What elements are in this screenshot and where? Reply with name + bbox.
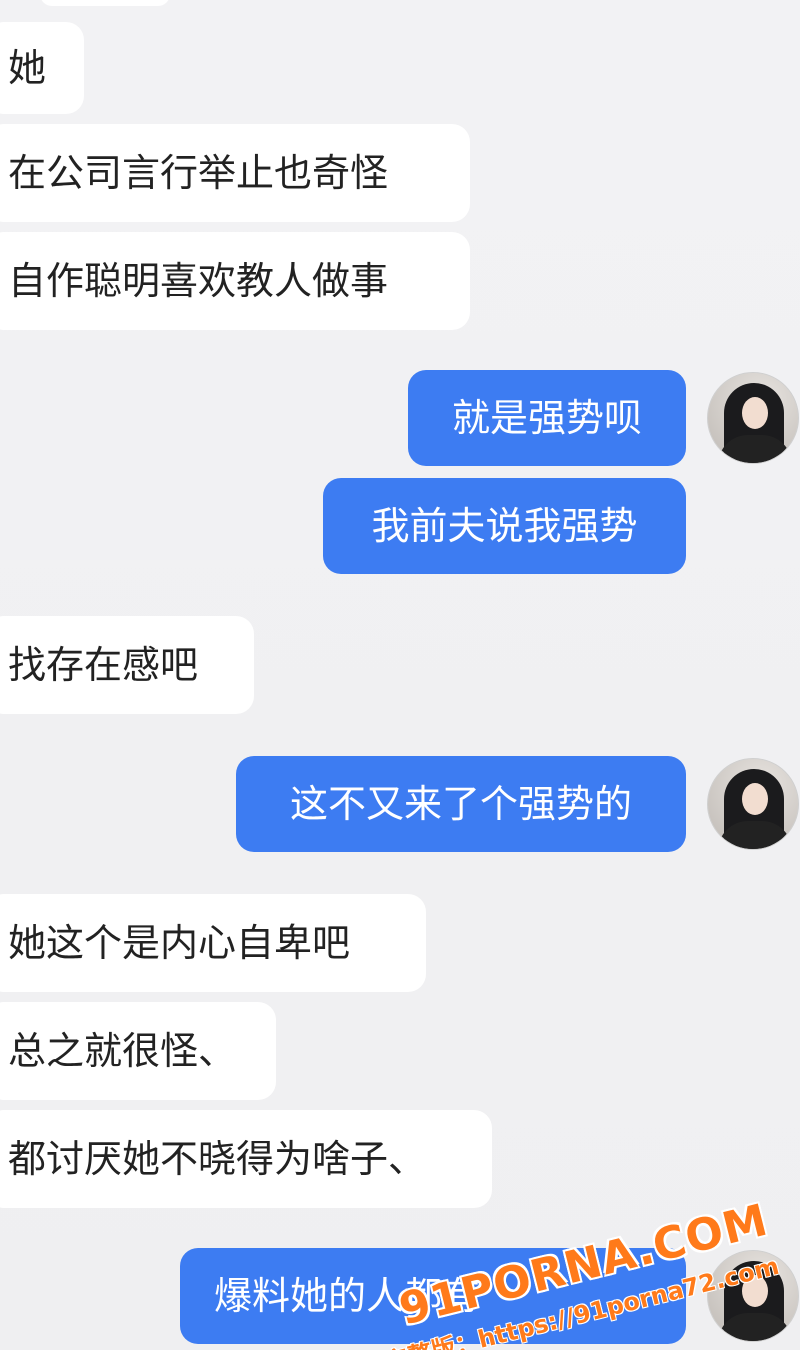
incoming-message-bubble[interactable]: 她这个是内心自卑吧 [0,894,426,992]
chat-screen: 她 在公司言行举止也奇怪 自作聪明喜欢教人做事 就是强势呗 我前夫说我强势 找存… [0,0,800,1350]
message-text: 爆料她的人都有 [214,1274,481,1318]
outgoing-message-bubble[interactable]: 就是强势呗 [408,370,686,466]
message-text: 她这个是内心自卑吧 [8,921,351,965]
user-avatar[interactable] [707,758,799,850]
incoming-message-bubble[interactable]: 她 [0,22,84,114]
incoming-message-bubble[interactable]: 自作聪明喜欢教人做事 [0,232,470,330]
message-text: 自作聪明喜欢教人做事 [8,259,389,303]
message-text: 在公司言行举止也奇怪 [8,151,389,195]
message-text: 就是强势呗 [451,396,642,440]
message-text: 我前夫说我强势 [371,504,638,548]
user-avatar[interactable] [707,1250,799,1342]
message-text: 她 [8,46,47,90]
message-text: 这不又来了个强势的 [289,782,632,826]
message-text: 总之就很怪、 [8,1029,237,1073]
message-text: 找存在感吧 [8,643,199,687]
user-avatar[interactable] [707,372,799,464]
outgoing-message-bubble[interactable]: 我前夫说我强势 [323,478,686,574]
partial-message-bubble [40,0,170,6]
outgoing-message-bubble[interactable]: 爆料她的人都有 [180,1248,686,1344]
incoming-message-bubble[interactable]: 总之就很怪、 [0,1002,276,1100]
outgoing-message-bubble[interactable]: 这不又来了个强势的 [236,756,686,852]
message-text: 都讨厌她不晓得为啥子、 [8,1137,427,1181]
incoming-message-bubble[interactable]: 在公司言行举止也奇怪 [0,124,470,222]
incoming-message-bubble[interactable]: 找存在感吧 [0,616,254,714]
incoming-message-bubble[interactable]: 都讨厌她不晓得为啥子、 [0,1110,492,1208]
